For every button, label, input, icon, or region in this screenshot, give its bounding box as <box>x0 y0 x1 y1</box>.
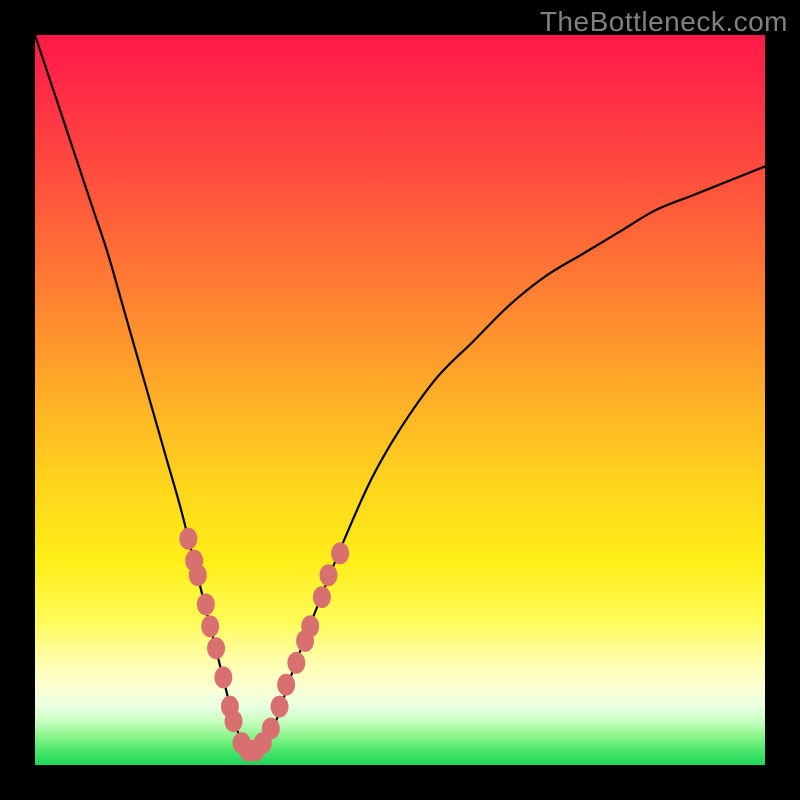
data-marker <box>262 718 280 740</box>
watermark-text: TheBottleneck.com <box>540 6 788 38</box>
data-marker <box>313 586 331 608</box>
data-marker <box>179 528 197 550</box>
data-marker <box>207 637 225 659</box>
data-marker <box>277 674 295 696</box>
bottleneck-curve <box>35 35 765 758</box>
data-marker <box>201 615 219 637</box>
data-marker <box>189 564 207 586</box>
data-marker <box>214 666 232 688</box>
marker-group <box>179 528 349 762</box>
chart-svg <box>35 35 765 765</box>
data-marker <box>197 593 215 615</box>
data-marker <box>319 564 337 586</box>
data-marker <box>331 542 349 564</box>
data-marker <box>287 652 305 674</box>
chart-frame: TheBottleneck.com <box>0 0 800 800</box>
data-marker <box>301 615 319 637</box>
plot-area <box>35 35 765 765</box>
data-marker <box>225 710 243 732</box>
data-marker <box>271 696 289 718</box>
